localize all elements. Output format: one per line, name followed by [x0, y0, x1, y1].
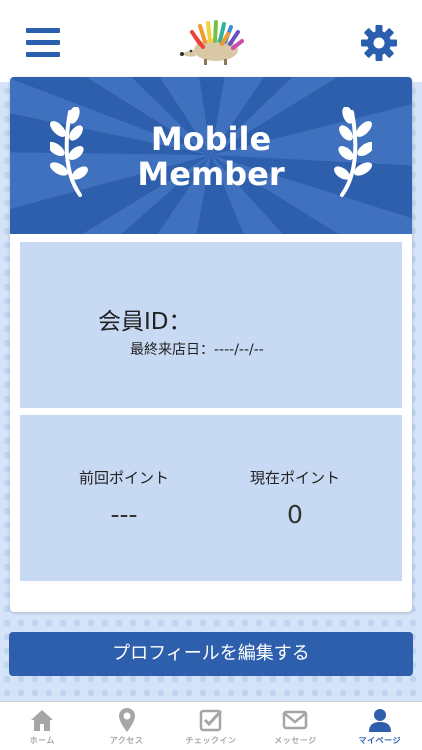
hedgehog-logo-icon	[180, 20, 244, 65]
member-id-panel: 会員ID： 最終来店日：----/--/--	[20, 242, 402, 408]
bottom-tab-bar: ホーム アクセス チェックイン メッセージ マイページ	[0, 701, 422, 750]
previous-points: 前回ポイント ---	[34, 467, 214, 529]
tab-checkin-label: チェックイン	[185, 736, 237, 745]
envelope-icon	[283, 710, 308, 730]
tab-mypage[interactable]: マイページ	[338, 702, 422, 750]
previous-points-label: 前回ポイント	[78, 469, 169, 487]
tab-message-label: メッセージ	[274, 736, 317, 745]
member-banner: Mobile Member	[10, 77, 412, 234]
current-points-value: 0	[287, 500, 303, 529]
last-visit-value: ----/--/--	[214, 342, 264, 358]
tab-access[interactable]: アクセス	[84, 702, 168, 750]
banner-title: Mobile Member	[137, 120, 285, 193]
tab-home-label: ホーム	[29, 736, 55, 745]
member-id-label: 会員ID：	[98, 309, 192, 335]
tab-message[interactable]: メッセージ	[253, 702, 337, 750]
tab-access-label: アクセス	[109, 736, 144, 745]
top-bar	[0, 0, 422, 82]
last-visit: 最終来店日：----/--/--	[130, 339, 264, 359]
checkin-icon	[199, 709, 223, 732]
user-icon	[368, 709, 391, 732]
current-points-label: 現在ポイント	[249, 469, 340, 487]
home-icon	[31, 710, 54, 731]
current-points: 現在ポイント 0	[205, 467, 385, 529]
gear-icon[interactable]	[360, 24, 398, 62]
last-visit-label: 最終来店日：	[130, 342, 214, 358]
hamburger-menu-icon[interactable]	[26, 28, 60, 58]
map-pin-icon	[118, 708, 135, 732]
points-panel: 前回ポイント --- 現在ポイント 0	[20, 415, 402, 581]
edit-profile-button[interactable]: プロフィールを編集する	[9, 632, 413, 676]
member-card: Mobile Member 会員ID： 最終来店日：----/--/-- 前回ポ…	[10, 77, 412, 612]
tab-checkin[interactable]: チェックイン	[169, 702, 253, 750]
previous-points-value: ---	[110, 500, 138, 529]
tab-home[interactable]: ホーム	[0, 702, 84, 750]
tab-mypage-label: マイページ	[358, 736, 401, 745]
